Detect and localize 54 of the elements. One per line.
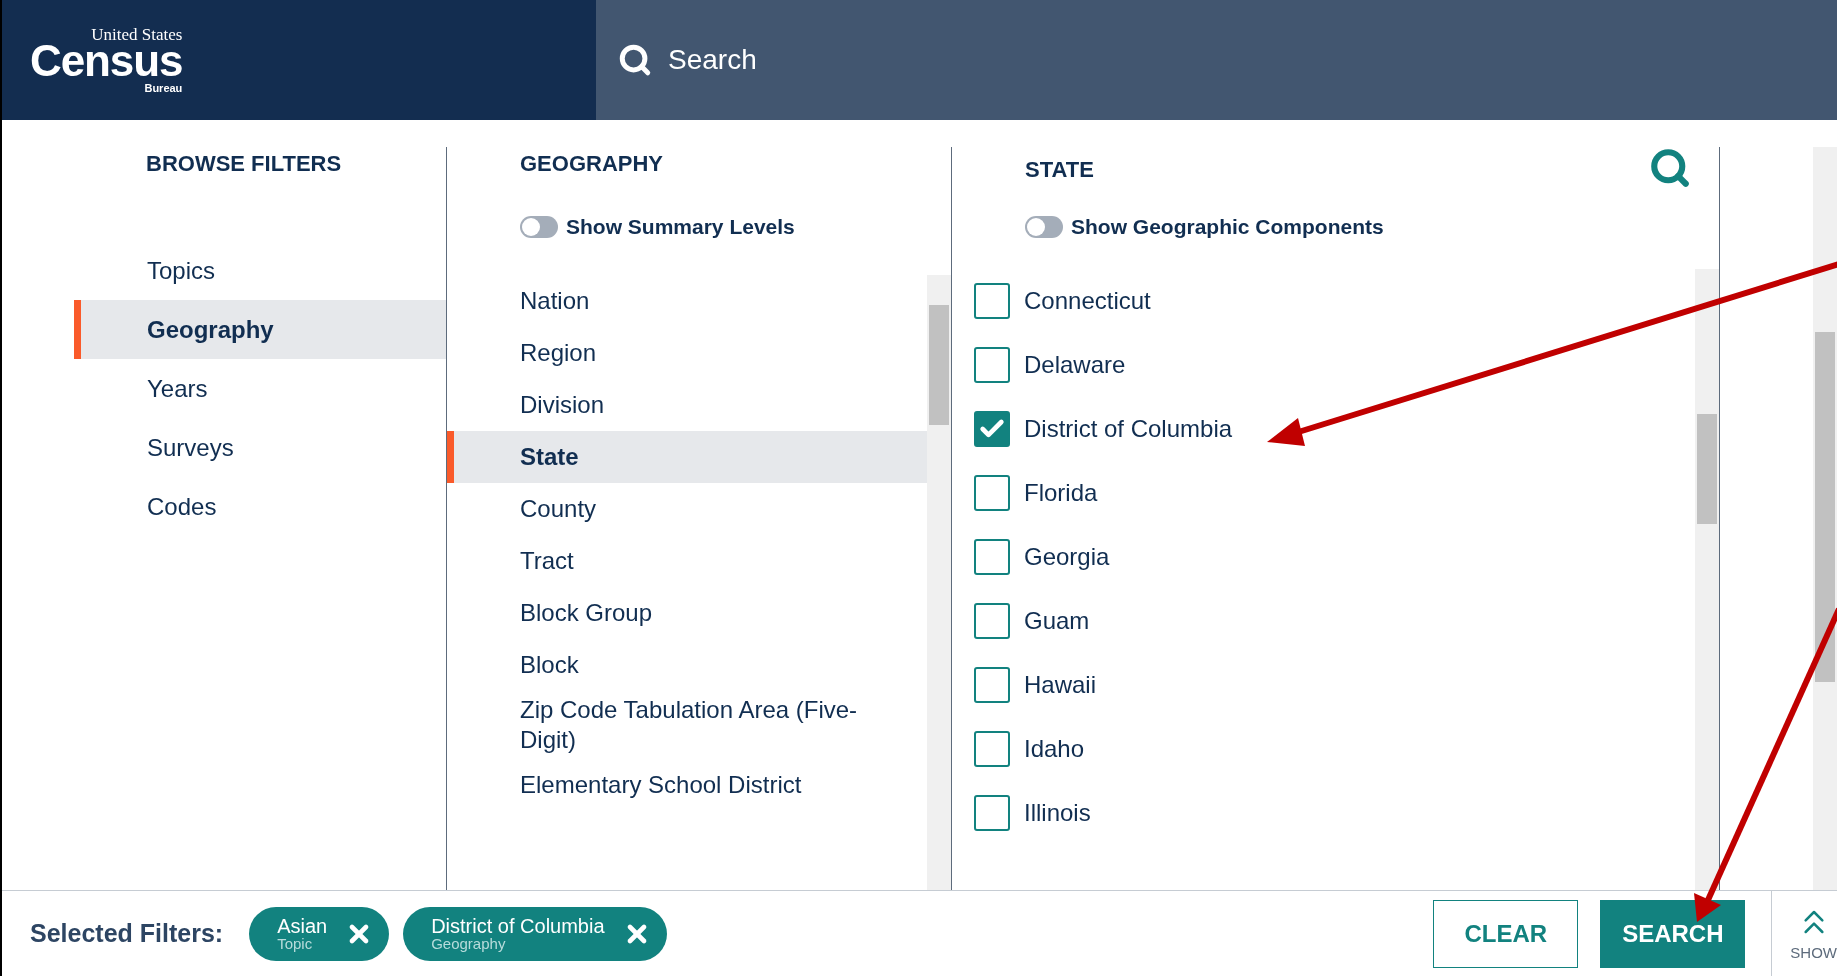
filter-chip[interactable]: Asian Topic bbox=[249, 906, 390, 961]
checkbox[interactable] bbox=[974, 667, 1010, 703]
show-label[interactable]: SHOW bbox=[1790, 942, 1837, 965]
checkbox[interactable] bbox=[974, 539, 1010, 575]
column-heading: BROWSE FILTERS bbox=[145, 150, 343, 178]
selected-filters-label: Selected Filters: bbox=[30, 917, 224, 949]
list-item[interactable]: Tract bbox=[447, 535, 927, 587]
census-logo[interactable]: United States Census Bureau bbox=[30, 26, 183, 94]
list-item[interactable]: Block Group bbox=[447, 587, 927, 639]
filter-chip[interactable]: District of Columbia Geography bbox=[403, 906, 667, 961]
checkbox-label: Connecticut bbox=[1024, 286, 1151, 316]
checkbox[interactable] bbox=[974, 731, 1010, 767]
column-heading: STATE bbox=[1025, 156, 1094, 184]
search-button[interactable]: SEARCH bbox=[1600, 899, 1746, 968]
clear-button[interactable]: CLEAR bbox=[1433, 899, 1579, 968]
list-item[interactable]: County bbox=[447, 483, 927, 535]
search-icon bbox=[618, 43, 652, 77]
scrollbar[interactable] bbox=[1813, 147, 1837, 890]
toggle-switch[interactable] bbox=[1025, 215, 1063, 238]
scrollbar[interactable] bbox=[1695, 269, 1719, 890]
search-placeholder: Search bbox=[668, 43, 757, 77]
checkbox-label: District of Columbia bbox=[1024, 414, 1233, 444]
checkbox[interactable] bbox=[974, 283, 1010, 319]
toggle-label: Show Geographic Components bbox=[1071, 214, 1384, 240]
sidebar-item[interactable]: Topics bbox=[74, 241, 446, 300]
checkbox-label: Hawaii bbox=[1024, 670, 1097, 700]
checkbox-label: Georgia bbox=[1024, 542, 1110, 572]
list-item[interactable]: Region bbox=[447, 327, 927, 379]
search-bar[interactable]: Search bbox=[596, 0, 1837, 120]
checkbox[interactable] bbox=[974, 411, 1010, 447]
checkbox[interactable] bbox=[974, 795, 1010, 831]
list-item[interactable]: State bbox=[447, 431, 927, 483]
list-item[interactable]: Block bbox=[447, 639, 927, 691]
checkbox-label: Florida bbox=[1024, 478, 1098, 508]
scrollbar[interactable] bbox=[927, 275, 951, 890]
sidebar-item[interactable]: Geography bbox=[74, 300, 446, 359]
sidebar-item[interactable]: Codes bbox=[74, 477, 446, 536]
sidebar-item[interactable]: Surveys bbox=[74, 418, 446, 477]
list-item[interactable]: Elementary School District bbox=[447, 759, 927, 811]
column-heading: GEOGRAPHY bbox=[520, 150, 665, 178]
list-item[interactable]: Division bbox=[447, 379, 927, 431]
checkbox[interactable] bbox=[974, 347, 1010, 383]
checkbox-label: Delaware bbox=[1024, 350, 1126, 380]
checkbox-label: Idaho bbox=[1024, 734, 1085, 764]
toggle-label: Show Summary Levels bbox=[566, 214, 795, 240]
sidebar-item[interactable]: Years bbox=[74, 359, 446, 418]
list-item[interactable]: Zip Code Tabulation Area (Five-Digit) bbox=[447, 691, 927, 759]
checkbox[interactable] bbox=[974, 603, 1010, 639]
list-item[interactable]: Nation bbox=[447, 275, 927, 327]
search-icon[interactable] bbox=[1649, 147, 1691, 189]
checkbox[interactable] bbox=[974, 475, 1010, 511]
checkbox-label: Guam bbox=[1024, 606, 1090, 636]
checkbox-label: Illinois bbox=[1024, 798, 1091, 828]
toggle-switch[interactable] bbox=[520, 215, 558, 238]
